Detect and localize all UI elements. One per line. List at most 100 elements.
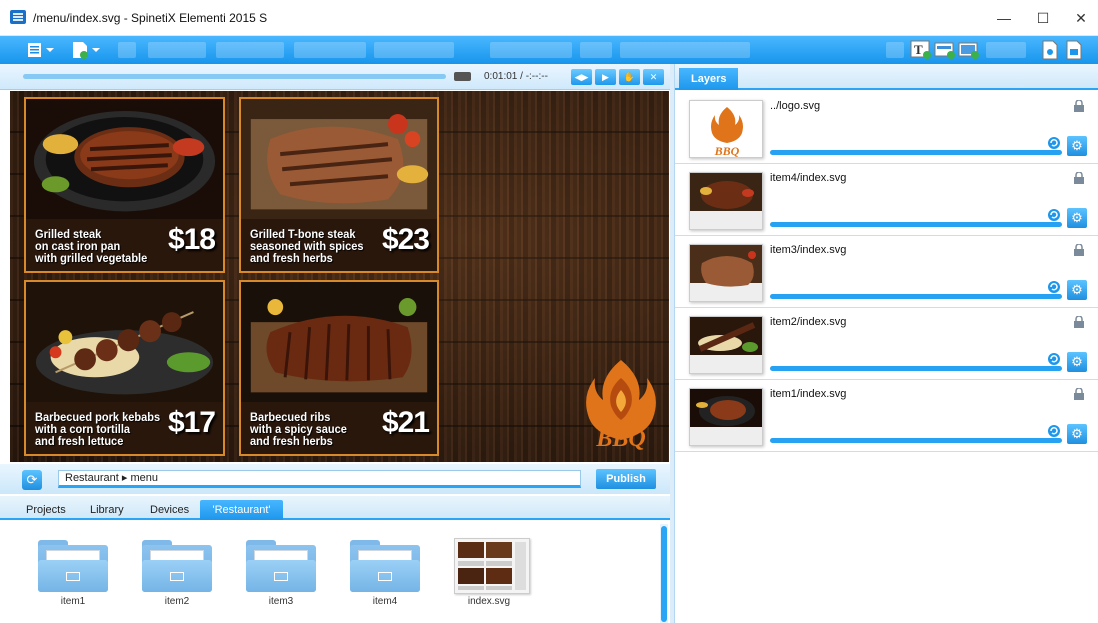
layer-row[interactable]: item3/index.svg ⚙ <box>675 236 1098 308</box>
svg-file-item[interactable]: index.svg <box>446 534 532 620</box>
layer-settings-button[interactable]: ⚙ <box>1067 136 1087 156</box>
lock-icon[interactable] <box>1074 316 1084 328</box>
refresh-icon[interactable] <box>1047 136 1061 150</box>
menu-item-title: Barbecued ribs with a spicy sauce and fr… <box>250 410 347 448</box>
lock-icon[interactable] <box>1074 100 1084 112</box>
tab-restaurant[interactable]: 'Restaurant' <box>200 500 283 520</box>
refresh-button[interactable]: ⟳ <box>22 470 42 490</box>
stop-icon[interactable] <box>454 72 471 81</box>
menu-item-price: $17 <box>167 406 216 439</box>
menu-card-steak[interactable]: Grilled steak on cast iron pan with gril… <box>24 97 225 273</box>
layer-duration-bar[interactable] <box>770 150 1062 155</box>
maximize-button[interactable]: ☐ <box>1031 8 1055 28</box>
interact-button[interactable]: ✋ <box>619 69 640 85</box>
refresh-icon[interactable] <box>1047 424 1061 438</box>
publish-button[interactable]: Publish <box>596 469 656 489</box>
layer-tools-group[interactable] <box>374 42 454 58</box>
path-field[interactable]: Restaurant ▸ menu <box>58 470 581 488</box>
layer-settings-button[interactable]: ⚙ <box>1067 280 1087 300</box>
layer-duration-bar[interactable] <box>770 222 1062 227</box>
image-layer-icon <box>958 42 979 59</box>
menu-item-price: $21 <box>381 406 430 439</box>
document-settings-icon <box>1042 40 1058 60</box>
file-browser-scrollbar[interactable] <box>660 524 668 623</box>
layer-row[interactable]: BBQ ../logo.svg ⚙ <box>675 92 1098 164</box>
layers-panel: Layers BBQ ../logo.svg ⚙ item4/index.svg… <box>674 64 1098 623</box>
refresh-icon[interactable] <box>1047 208 1061 222</box>
add-media-button[interactable] <box>934 40 956 60</box>
layer-thumbnail: BBQ <box>689 100 763 158</box>
layer-duration-bar[interactable] <box>770 438 1062 443</box>
folder-item[interactable]: item3 <box>238 534 324 620</box>
editor-pane: 0:01:01 / -:--:-- ◀▶ ▶ ✋ ✕ Grilled steak… <box>0 64 670 623</box>
layer-settings-button[interactable]: ⚙ <box>1067 352 1087 372</box>
document-export-icon <box>1066 40 1082 60</box>
add-image-button[interactable] <box>958 40 980 60</box>
menu-item-title: Grilled T-bone steak seasoned with spice… <box>250 227 364 265</box>
title-bar: /menu/index.svg - SpinetiX Elementi 2015… <box>0 0 1098 36</box>
app-icon <box>10 10 26 24</box>
svg-text:BBQ: BBQ <box>714 144 740 158</box>
font-family-select[interactable] <box>490 42 572 58</box>
layer-name: ../logo.svg <box>770 100 821 112</box>
tab-layers[interactable]: Layers <box>679 68 739 90</box>
bbq-logo[interactable]: BBQ <box>585 356 657 452</box>
refresh-icon[interactable] <box>1047 280 1061 294</box>
timeline-time: 0:01:01 / -:--:-- <box>484 71 548 82</box>
lock-icon[interactable] <box>1074 172 1084 184</box>
new-file-button[interactable] <box>69 40 105 60</box>
file-label: item1 <box>60 596 86 607</box>
document-export-button[interactable] <box>1064 40 1084 60</box>
align-icon[interactable] <box>886 42 904 58</box>
minimize-button[interactable]: — <box>992 8 1016 28</box>
tab-devices[interactable]: Devices <box>140 500 199 520</box>
menu-preview-canvas[interactable]: Grilled steak on cast iron pan with gril… <box>10 91 669 462</box>
bbq-logo-text: BBQ <box>595 426 645 452</box>
font-size-select[interactable] <box>580 42 612 58</box>
layer-duration-bar[interactable] <box>770 366 1062 371</box>
layer-settings-button[interactable]: ⚙ <box>1067 424 1087 444</box>
layer-thumbnail <box>689 244 763 302</box>
tab-projects[interactable]: Projects <box>16 500 76 520</box>
arrange-tools-group[interactable] <box>294 42 366 58</box>
svg-text:T: T <box>914 42 923 57</box>
layer-duration-bar[interactable] <box>770 294 1062 299</box>
menu-card-ribs[interactable]: Barbecued ribs with a spicy sauce and fr… <box>239 280 439 456</box>
refresh-icon[interactable] <box>1047 352 1061 366</box>
menu-item-price: $18 <box>167 223 216 256</box>
menu-button[interactable] <box>26 40 58 60</box>
file-label: item3 <box>268 596 294 607</box>
close-button[interactable]: ✕ <box>1069 8 1093 28</box>
lock-icon[interactable] <box>1074 388 1084 400</box>
menu-item-title: Barbecued pork kebabs with a corn tortil… <box>35 410 161 448</box>
layer-row[interactable]: item2/index.svg ⚙ <box>675 308 1098 380</box>
hamburger-menu-icon <box>28 43 54 57</box>
folder-item[interactable]: item4 <box>342 534 428 620</box>
clipboard-tools-group[interactable] <box>216 42 284 58</box>
add-text-button[interactable]: T <box>910 40 932 60</box>
timeline-slider[interactable] <box>23 74 446 79</box>
document-settings-button[interactable] <box>1040 40 1060 60</box>
close-preview-button[interactable]: ✕ <box>643 69 664 85</box>
text-layer-icon: T <box>910 40 931 59</box>
menu-card-tbone[interactable]: Grilled T-bone steak seasoned with spice… <box>239 97 439 273</box>
file-browser: item1 item2 item3 item4 index.svg <box>0 520 670 623</box>
lock-icon[interactable] <box>1074 244 1084 256</box>
browser-tabs: Projects Library Devices 'Restaurant' <box>0 496 670 520</box>
sound-button[interactable]: ◀▶ <box>571 69 592 85</box>
layer-name: item2/index.svg <box>770 316 847 328</box>
text-format-group[interactable] <box>620 42 750 58</box>
folder-item[interactable]: item2 <box>134 534 220 620</box>
play-button[interactable]: ▶ <box>595 69 616 85</box>
layer-settings-button[interactable]: ⚙ <box>1067 208 1087 228</box>
folder-item[interactable]: item1 <box>30 534 116 620</box>
menu-item-price: $23 <box>381 223 430 256</box>
transform-tools-group[interactable] <box>986 42 1026 58</box>
edit-tools-group[interactable] <box>148 42 206 58</box>
tab-library[interactable]: Library <box>80 500 134 520</box>
save-icon[interactable] <box>118 42 136 58</box>
file-label: item2 <box>164 596 190 607</box>
layer-row[interactable]: item4/index.svg ⚙ <box>675 164 1098 236</box>
menu-card-kebabs[interactable]: Barbecued pork kebabs with a corn tortil… <box>24 280 225 456</box>
layer-row[interactable]: item1/index.svg ⚙ <box>675 380 1098 452</box>
